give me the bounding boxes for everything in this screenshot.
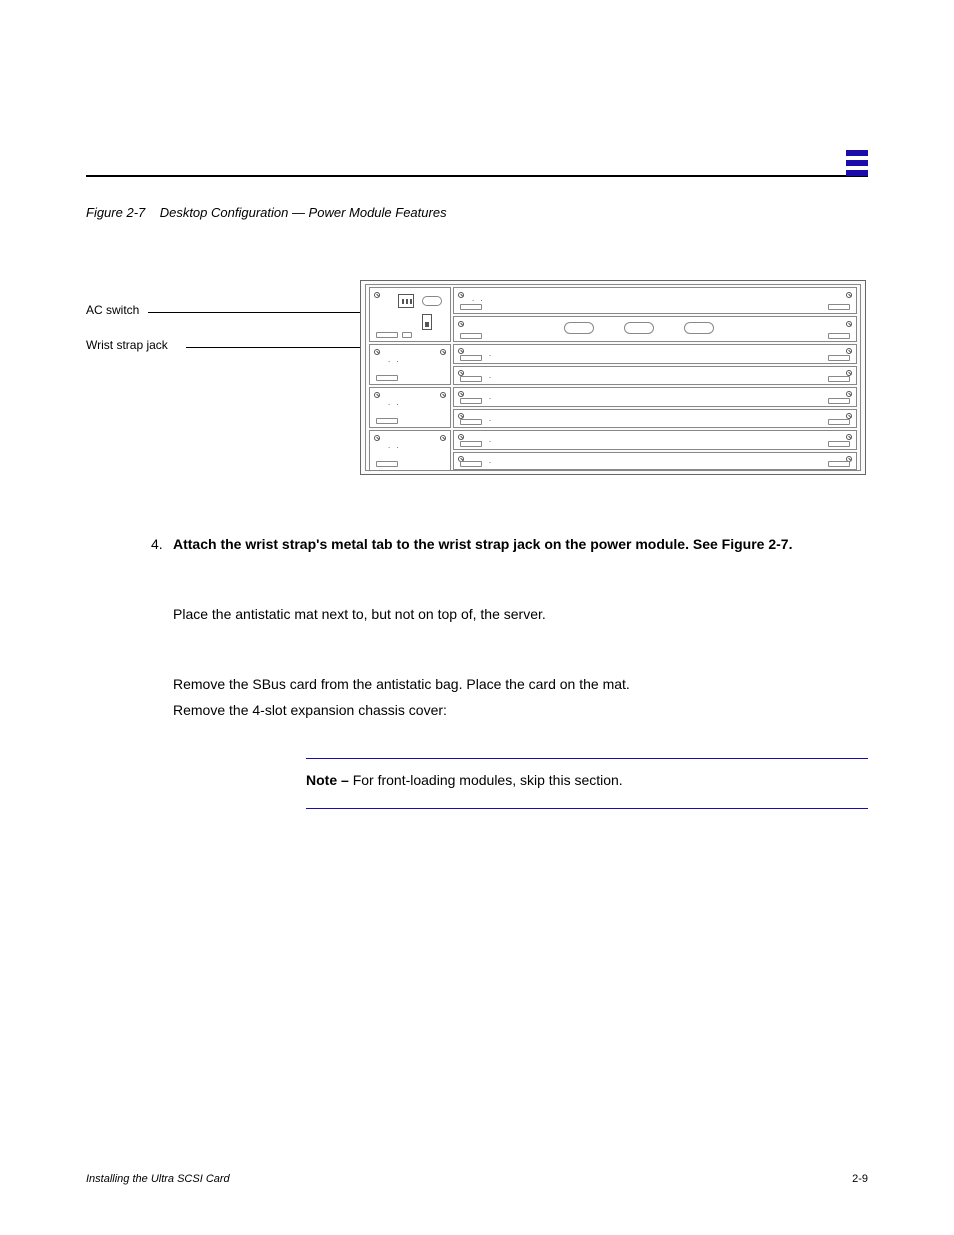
step-4-text-bold: Attach the wrist strap's metal tab to th… bbox=[173, 536, 689, 552]
note-label: Note – bbox=[306, 772, 349, 788]
page-footer: Installing the Ultra SCSI Card 2-9 bbox=[86, 1173, 868, 1185]
figure-number: Figure 2-7 bbox=[86, 205, 145, 220]
step-6-text: Remove the SBus card from the antistatic… bbox=[173, 676, 630, 692]
figure-title: Desktop Configuration — Power Module Fea… bbox=[160, 205, 447, 220]
leader-line bbox=[186, 347, 386, 348]
callout-wrist-strap-jack: Wrist strap jack bbox=[86, 338, 168, 352]
step-4-text-ref: See Figure 2-7. bbox=[693, 536, 793, 552]
step-6: Remove the SBus card from the antistatic… bbox=[173, 674, 868, 695]
callout-ac-switch: AC switch bbox=[86, 303, 139, 317]
note-rule bbox=[306, 758, 868, 759]
header-rule bbox=[86, 175, 868, 177]
step-5-text: Place the antistatic mat next to, but no… bbox=[173, 606, 546, 622]
step-number: 4. bbox=[151, 534, 163, 555]
chassis-diagram: . . . . . . . . bbox=[360, 280, 866, 475]
menu-icon bbox=[846, 150, 868, 178]
step-7: Remove the 4-slot expansion chassis cove… bbox=[173, 700, 868, 721]
figure-caption: Figure 2-7 Desktop Configuration — Power… bbox=[86, 205, 447, 220]
note-block: Note – For front-loading modules, skip t… bbox=[306, 770, 868, 790]
step-7-text: Remove the 4-slot expansion chassis cove… bbox=[173, 702, 447, 718]
footer-page-number: 2-9 bbox=[852, 1173, 868, 1185]
footer-chapter: Installing the Ultra SCSI Card bbox=[86, 1173, 230, 1185]
note-text: For front-loading modules, skip this sec… bbox=[353, 772, 623, 788]
step-4: 4. Attach the wrist strap's metal tab to… bbox=[173, 534, 868, 555]
note-rule bbox=[306, 808, 868, 809]
step-5: Place the antistatic mat next to, but no… bbox=[173, 604, 868, 625]
